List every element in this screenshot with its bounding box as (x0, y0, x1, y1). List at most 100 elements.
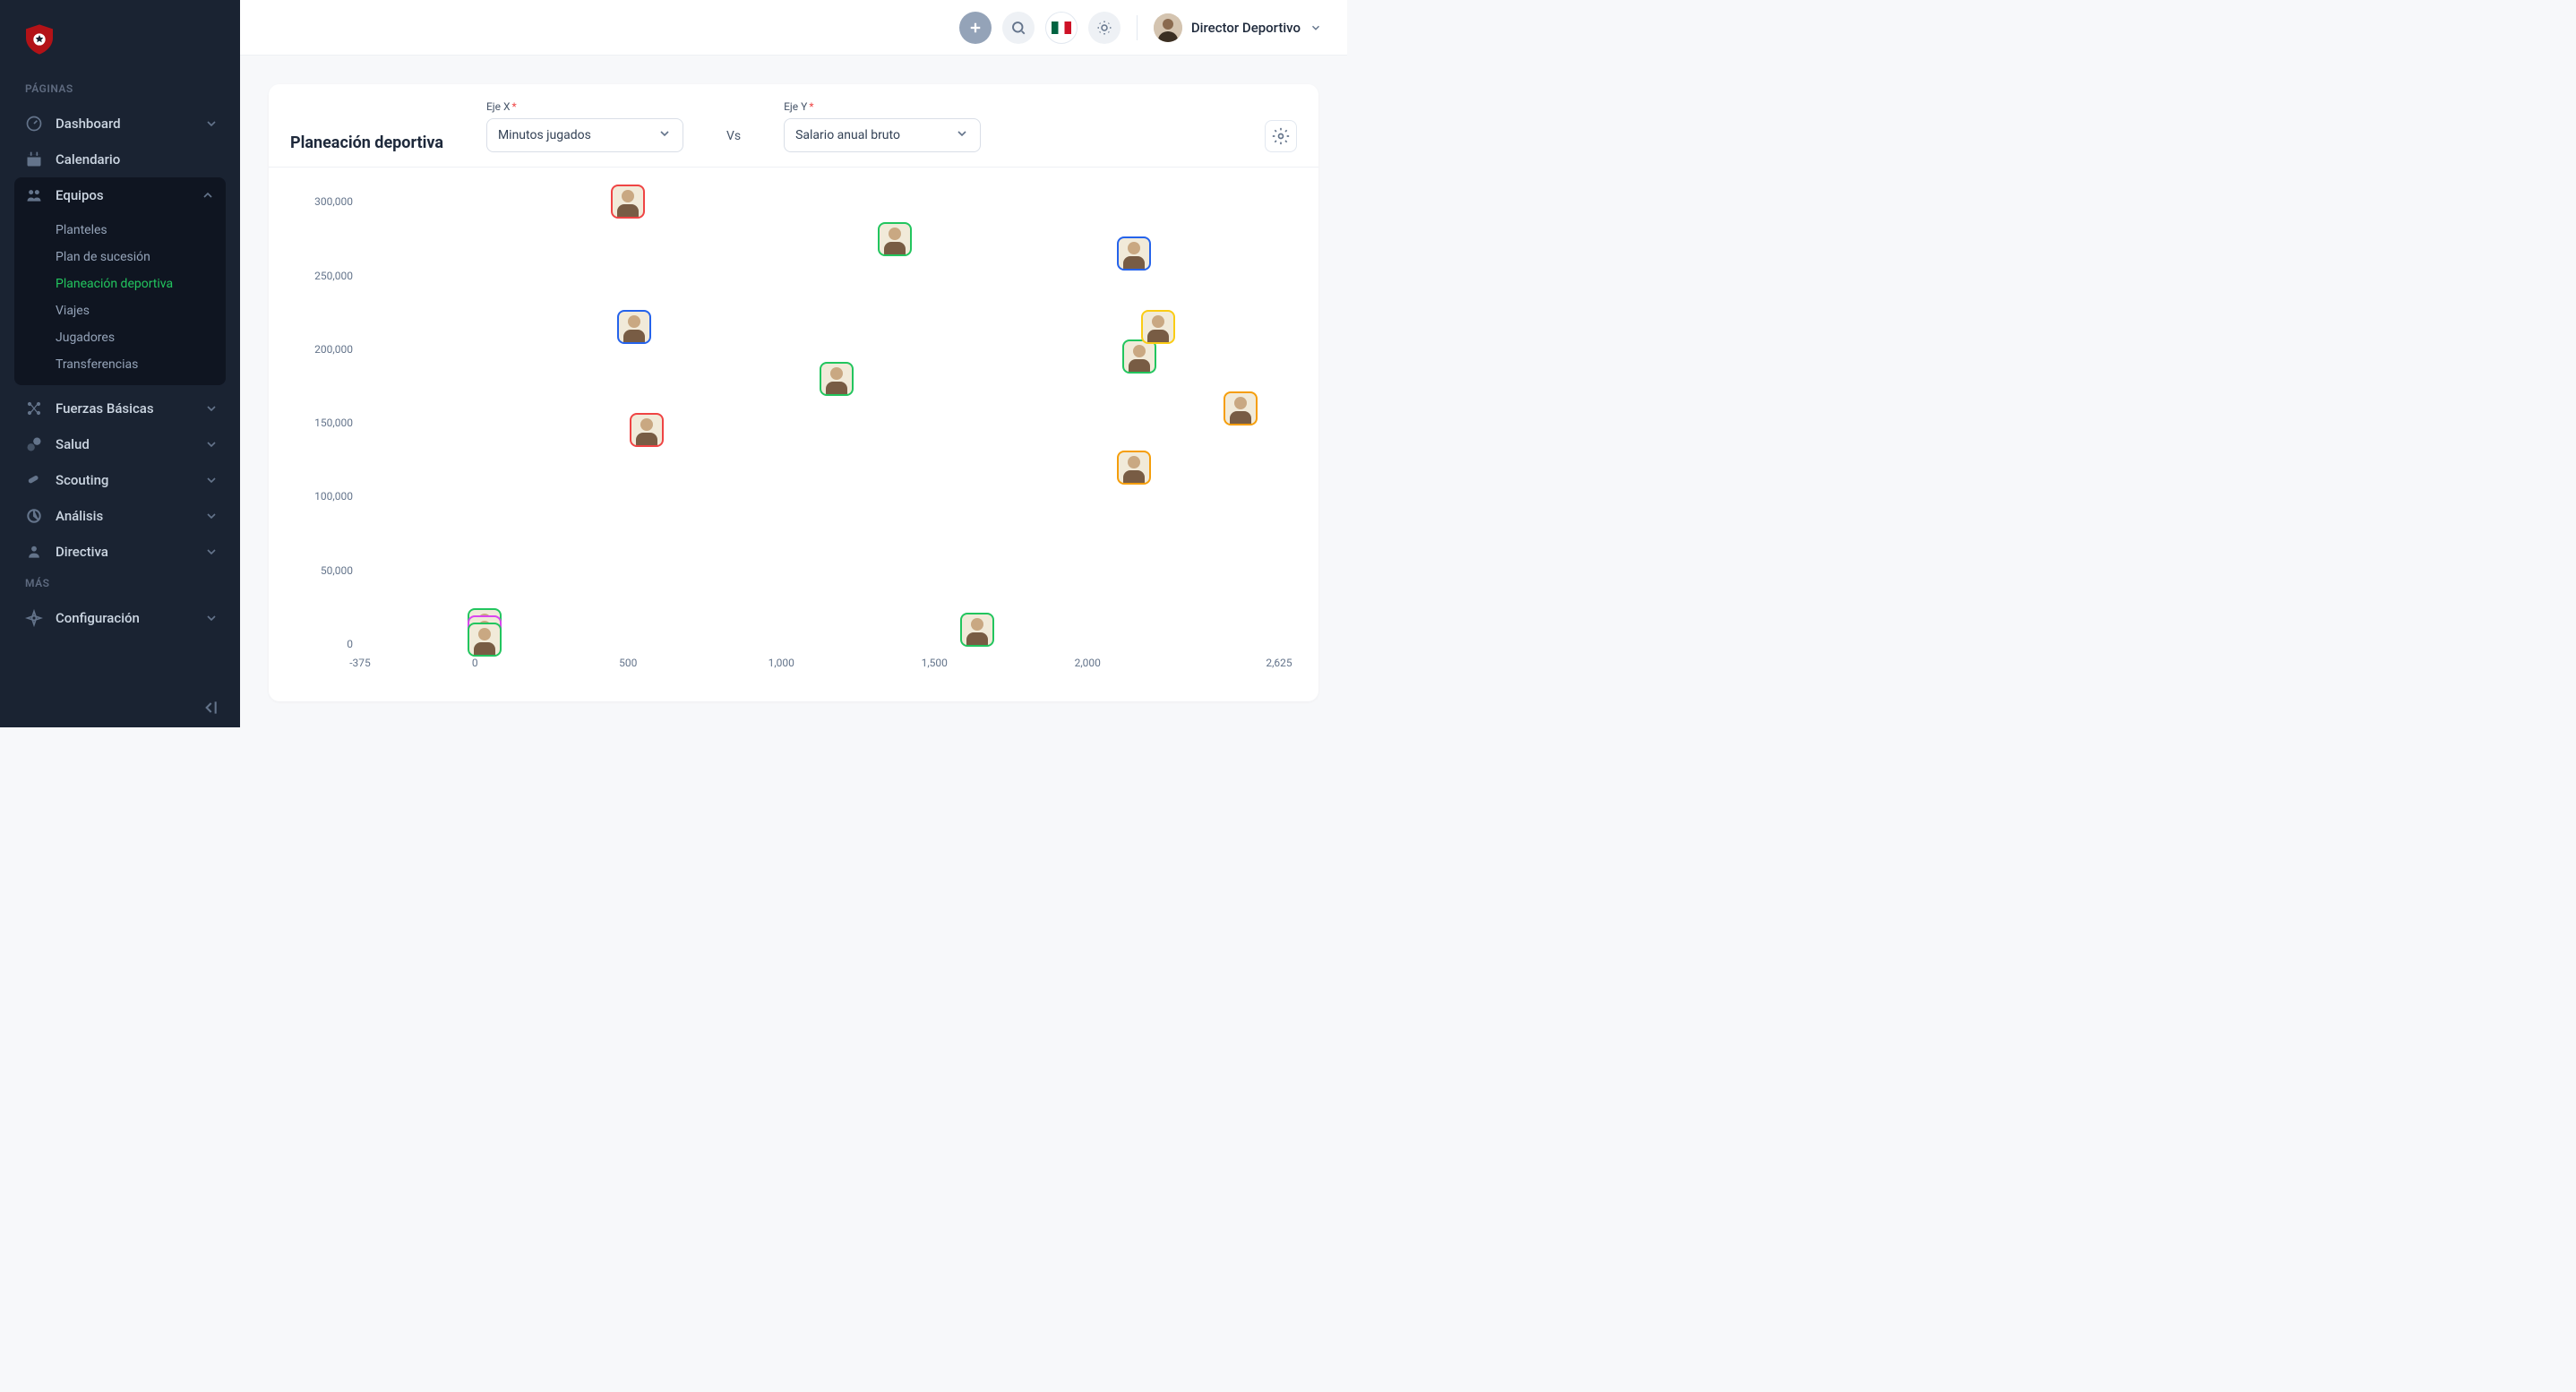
y-tick: 0 (290, 638, 353, 650)
logo[interactable] (0, 14, 240, 75)
x-axis-select[interactable]: Minutos jugados (486, 118, 683, 152)
pill-icon (25, 435, 43, 453)
nav-label: Scouting (56, 472, 192, 488)
nav-label: Fuerzas Básicas (56, 400, 192, 417)
nav-calendario[interactable]: Calendario (0, 142, 240, 177)
avatar (1154, 13, 1182, 42)
nav-planeacion-deportiva[interactable]: Planeación deportiva (14, 271, 226, 297)
nav-fuerzas-basicas[interactable]: Fuerzas Básicas (0, 391, 240, 426)
y-tick: 250,000 (290, 270, 353, 282)
chevron-down-icon (204, 509, 219, 523)
y-axis-value: Salario anual bruto (795, 128, 900, 142)
card-header: Planeación deportiva Eje X* Minutos juga… (269, 84, 1318, 168)
nav-label: Calendario (56, 151, 219, 168)
scatter-chart[interactable]: 0 50,000 100,000 150,000 200,000 250,000 300,0… (290, 178, 1297, 680)
y-axis-select[interactable]: Salario anual bruto (784, 118, 981, 152)
network-icon (25, 400, 43, 417)
player-point[interactable] (1122, 339, 1156, 374)
y-tick: 100,000 (290, 490, 353, 503)
nav-viajes[interactable]: Viajes (14, 297, 226, 324)
x-axis-value: Minutos jugados (498, 128, 591, 142)
page-title: Planeación deportiva (290, 133, 443, 152)
nav-label: Salud (56, 436, 192, 452)
nav-section-paginas: PÁGINAS (0, 75, 240, 106)
chevron-down-icon (204, 545, 219, 559)
nav-salud[interactable]: Salud (0, 426, 240, 462)
collapse-sidebar-button[interactable] (0, 688, 240, 727)
nav-analisis[interactable]: Análisis (0, 498, 240, 534)
calendar-icon (25, 150, 43, 168)
mexico-flag-icon (1052, 21, 1071, 34)
player-point[interactable] (1117, 236, 1151, 271)
player-point[interactable] (820, 362, 854, 396)
theme-toggle-button[interactable] (1088, 12, 1121, 44)
users-icon (25, 186, 43, 204)
y-axis-group: Eje Y* Salario anual bruto (784, 100, 981, 152)
y-tick: 200,000 (290, 343, 353, 356)
y-axis-label: Eje Y* (784, 100, 981, 113)
planning-card: Planeación deportiva Eje X* Minutos juga… (269, 84, 1318, 701)
chevron-down-icon (204, 116, 219, 131)
nav-directiva[interactable]: Directiva (0, 534, 240, 570)
nav-configuracion[interactable]: Configuración (0, 600, 240, 636)
player-point[interactable] (878, 222, 912, 256)
gauge-icon (25, 115, 43, 133)
settings-button[interactable] (1265, 120, 1297, 152)
chevron-down-icon (657, 126, 672, 144)
divider (1137, 15, 1138, 40)
player-point[interactable] (1117, 451, 1151, 485)
user-menu[interactable]: Director Deportivo (1154, 13, 1322, 42)
nav-label: Dashboard (56, 116, 192, 132)
topbar: Director Deportivo (240, 0, 1347, 56)
add-button[interactable] (959, 12, 992, 44)
pie-icon (25, 507, 43, 525)
main-content: Director Deportivo Planeación deportiva … (240, 0, 1347, 727)
nav-scouting[interactable]: Scouting (0, 462, 240, 498)
chevron-up-icon (201, 188, 215, 202)
x-tick: 1,000 (769, 657, 794, 669)
chevron-down-icon (204, 437, 219, 451)
player-point[interactable] (611, 185, 645, 219)
player-point[interactable] (960, 613, 994, 647)
person-icon (25, 543, 43, 561)
sidebar: PÁGINAS Dashboard Calendario Equipos Pla… (0, 0, 240, 727)
chevron-down-icon (204, 401, 219, 416)
x-tick: 1,500 (922, 657, 948, 669)
nav-label: Análisis (56, 508, 192, 524)
nav-jugadores[interactable]: Jugadores (14, 324, 226, 351)
x-tick: 2,625 (1266, 657, 1292, 669)
x-tick: 500 (619, 657, 637, 669)
nav-label: Directiva (56, 544, 192, 560)
x-axis-group: Eje X* Minutos jugados (486, 100, 683, 152)
player-point[interactable] (1141, 310, 1175, 344)
chevron-down-icon (204, 473, 219, 487)
player-point[interactable] (630, 413, 664, 447)
player-point[interactable] (468, 623, 502, 657)
nav-label: Equipos (56, 187, 188, 203)
y-tick: 300,000 (290, 195, 353, 208)
nav-planteles[interactable]: Planteles (14, 217, 226, 244)
nav-dashboard[interactable]: Dashboard (0, 106, 240, 142)
nav-plan-sucesion[interactable]: Plan de sucesión (14, 244, 226, 271)
nav-transferencias[interactable]: Transferencias (14, 351, 226, 378)
search-button[interactable] (1002, 12, 1035, 44)
compass-icon (25, 609, 43, 627)
x-tick: 2,000 (1075, 657, 1101, 669)
x-axis-label: Eje X* (486, 100, 683, 113)
y-tick: 50,000 (290, 564, 353, 577)
telescope-icon (25, 471, 43, 489)
y-tick: 150,000 (290, 417, 353, 429)
vs-label: Vs (726, 129, 741, 152)
user-role: Director Deportivo (1191, 20, 1301, 36)
language-button[interactable] (1045, 12, 1078, 44)
chevron-down-icon (204, 611, 219, 625)
nav-equipos[interactable]: Equipos (14, 177, 226, 213)
x-tick: -375 (349, 657, 371, 669)
nav-label: Configuración (56, 610, 192, 626)
chevron-down-icon (1309, 21, 1322, 34)
chevron-down-icon (955, 126, 969, 144)
nav-equipos-submenu: Planteles Plan de sucesión Planeación de… (14, 213, 226, 385)
nav-section-mas: MÁS (0, 570, 240, 600)
player-point[interactable] (1224, 391, 1258, 425)
player-point[interactable] (617, 310, 651, 344)
